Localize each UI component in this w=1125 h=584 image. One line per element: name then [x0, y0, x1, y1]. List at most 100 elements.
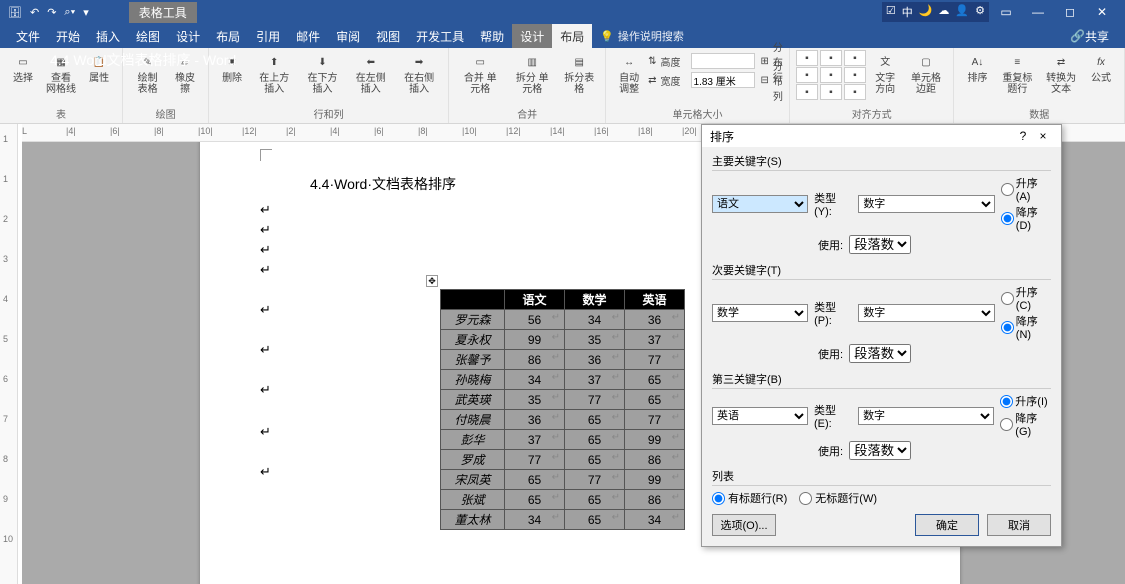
- autofit-button[interactable]: ↔自动调整: [612, 50, 646, 97]
- table-move-handle[interactable]: ✥: [426, 275, 438, 287]
- secondary-key-select[interactable]: 数学: [712, 304, 808, 322]
- table-row[interactable]: 罗成77↵65↵86↵: [441, 450, 685, 470]
- paragraph-mark[interactable]: ↵: [260, 202, 271, 218]
- primary-using-select[interactable]: 段落数: [849, 235, 911, 254]
- table-row[interactable]: 武英瑛35↵77↵65↵: [441, 390, 685, 410]
- tray-icon-user[interactable]: 👤: [955, 4, 969, 20]
- table-header[interactable]: 数学: [565, 290, 625, 310]
- paragraph-mark[interactable]: ↵: [260, 382, 271, 398]
- secondary-asc-radio[interactable]: 升序(C): [1001, 284, 1051, 312]
- tertiary-desc-radio[interactable]: 降序(G): [1000, 410, 1051, 438]
- table-row[interactable]: 张馨予86↵36↵77↵: [441, 350, 685, 370]
- tab-home[interactable]: 开始: [48, 24, 88, 48]
- table-row[interactable]: 付晓晨36↵65↵77↵: [441, 410, 685, 430]
- document-table[interactable]: 语文数学英语罗元森56↵34↵36↵夏永权99↵35↵37↵张馨予86↵36↵7…: [440, 289, 685, 530]
- tab-insert[interactable]: 插入: [88, 24, 128, 48]
- no-header-row-radio[interactable]: 无标题行(W): [799, 490, 877, 506]
- insert-right-button[interactable]: ➡在右侧插入: [396, 50, 442, 97]
- split-table-button[interactable]: ▤拆分表格: [559, 50, 599, 97]
- quick-icon[interactable]: ⌕▾: [64, 6, 75, 19]
- dialog-titlebar[interactable]: 排序 ? ×: [702, 125, 1061, 147]
- width-input[interactable]: [691, 72, 755, 88]
- options-button[interactable]: 选项(O)...: [712, 514, 776, 536]
- convert-button[interactable]: ⇄转换为文本: [1040, 50, 1082, 97]
- height-input[interactable]: [691, 53, 755, 69]
- tab-draw[interactable]: 绘图: [128, 24, 168, 48]
- insert-above-button[interactable]: ⬆在上方插入: [251, 50, 297, 97]
- table-row[interactable]: 董太林34↵65↵34↵: [441, 510, 685, 530]
- align-bc-button[interactable]: ▪: [820, 84, 842, 100]
- table-row[interactable]: 夏永权99↵35↵37↵: [441, 330, 685, 350]
- cancel-button[interactable]: 取消: [987, 514, 1051, 536]
- primary-type-select[interactable]: 数字: [858, 195, 994, 213]
- select-button[interactable]: ▭选择: [6, 50, 40, 86]
- tray-icon-ime[interactable]: 中: [902, 4, 913, 20]
- formula-button[interactable]: fx公式: [1084, 50, 1118, 86]
- ribbon-display-icon[interactable]: ▭: [991, 5, 1021, 19]
- secondary-type-select[interactable]: 数字: [858, 304, 994, 322]
- align-tc-button[interactable]: ▪: [820, 50, 842, 66]
- share-button[interactable]: 🔗 共享: [1062, 24, 1117, 48]
- tab-file[interactable]: 文件: [8, 24, 48, 48]
- paragraph-mark[interactable]: ↵: [260, 262, 271, 278]
- table-row[interactable]: 罗元森56↵34↵36↵: [441, 310, 685, 330]
- align-bl-button[interactable]: ▪: [796, 84, 818, 100]
- align-br-button[interactable]: ▪: [844, 84, 866, 100]
- tab-help[interactable]: 帮助: [472, 24, 512, 48]
- tab-table-layout[interactable]: 布局: [552, 24, 592, 48]
- dialog-close-button[interactable]: ×: [1033, 129, 1053, 143]
- text-direction-button[interactable]: 文文字方向: [868, 50, 903, 97]
- secondary-desc-radio[interactable]: 降序(N): [1001, 313, 1051, 341]
- primary-asc-radio[interactable]: 升序(A): [1001, 175, 1051, 203]
- customize-qa-icon[interactable]: ▾: [83, 6, 89, 19]
- paragraph-mark[interactable]: ↵: [260, 242, 271, 258]
- table-row[interactable]: 宋凤英65↵77↵99↵: [441, 470, 685, 490]
- table-row[interactable]: 张斌65↵65↵86↵: [441, 490, 685, 510]
- insert-left-button[interactable]: ⬅在左侧插入: [348, 50, 394, 97]
- table-header[interactable]: 语文: [505, 290, 565, 310]
- align-tr-button[interactable]: ▪: [844, 50, 866, 66]
- tray-icon-cloud[interactable]: ☁: [938, 4, 949, 20]
- align-mc-button[interactable]: ▪: [820, 67, 842, 83]
- tab-layout[interactable]: 布局: [208, 24, 248, 48]
- tab-mailings[interactable]: 邮件: [288, 24, 328, 48]
- header-row-radio[interactable]: 有标题行(R): [712, 490, 787, 506]
- paragraph-mark[interactable]: ↵: [260, 342, 271, 358]
- close-button[interactable]: ✕: [1087, 5, 1117, 19]
- tray-icon-moon[interactable]: 🌙: [919, 4, 933, 20]
- paragraph-mark[interactable]: ↵: [260, 464, 271, 480]
- tray-icon-gear[interactable]: ⚙: [975, 4, 985, 20]
- maximize-button[interactable]: ◻: [1055, 5, 1085, 19]
- tell-me[interactable]: 💡 操作说明搜索: [600, 28, 684, 44]
- primary-key-select[interactable]: 语文: [712, 195, 808, 213]
- redo-icon[interactable]: ↷: [47, 6, 56, 19]
- primary-desc-radio[interactable]: 降序(D): [1001, 204, 1051, 232]
- sort-button[interactable]: A↓排序: [960, 50, 994, 86]
- align-mr-button[interactable]: ▪: [844, 67, 866, 83]
- tab-view[interactable]: 视图: [368, 24, 408, 48]
- undo-icon[interactable]: ↶: [30, 6, 39, 19]
- paragraph-mark[interactable]: ↵: [260, 302, 271, 318]
- repeat-header-button[interactable]: ≡重复标题行: [996, 50, 1038, 97]
- insert-below-button[interactable]: ⬇在下方插入: [299, 50, 345, 97]
- table-row[interactable]: 彭华37↵65↵99↵: [441, 430, 685, 450]
- tertiary-key-select[interactable]: 英语: [712, 407, 808, 425]
- document-heading[interactable]: 4.4·Word·文档表格排序: [310, 174, 456, 194]
- align-ml-button[interactable]: ▪: [796, 67, 818, 83]
- split-cells-button[interactable]: ▥拆分 单元格: [507, 50, 557, 97]
- tab-design[interactable]: 设计: [168, 24, 208, 48]
- tertiary-type-select[interactable]: 数字: [858, 407, 994, 425]
- table-header[interactable]: 英语: [625, 290, 685, 310]
- table-header[interactable]: [441, 290, 505, 310]
- tab-developer[interactable]: 开发工具: [408, 24, 472, 48]
- merge-cells-button[interactable]: ▭合并 单元格: [455, 50, 505, 97]
- tab-references[interactable]: 引用: [248, 24, 288, 48]
- paragraph-mark[interactable]: ↵: [260, 424, 271, 440]
- secondary-using-select[interactable]: 段落数: [849, 344, 911, 363]
- dialog-help-button[interactable]: ?: [1013, 129, 1033, 143]
- tray-icon-1[interactable]: ☑: [886, 4, 896, 20]
- save-icon[interactable]: 🗄: [8, 6, 22, 19]
- tab-table-design[interactable]: 设计: [512, 24, 552, 48]
- distribute-cols-button[interactable]: ⊟ 分布列: [761, 71, 783, 89]
- align-tl-button[interactable]: ▪: [796, 50, 818, 66]
